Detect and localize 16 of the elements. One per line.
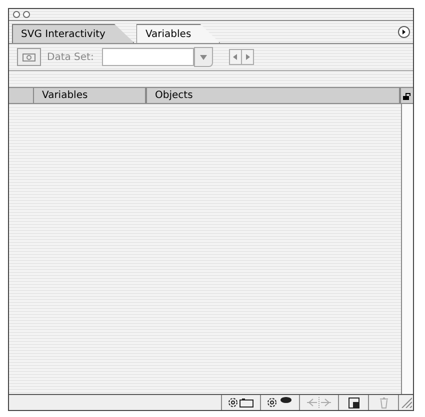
split-arrows-icon — [304, 396, 334, 409]
close-dot-icon[interactable] — [13, 11, 20, 18]
lock-icon[interactable] — [403, 92, 411, 100]
resize-grip-icon[interactable] — [399, 395, 412, 408]
column-header[interactable]: Objects — [147, 88, 401, 103]
caret-icon — [200, 54, 207, 60]
tab[interactable]: Variables — [136, 24, 220, 43]
column-header[interactable]: Variables — [34, 88, 147, 103]
data-set-label: Data Set: — [47, 52, 94, 62]
camera-icon — [22, 52, 36, 62]
gear-card-icon — [226, 396, 256, 409]
trash-icon — [378, 396, 388, 408]
tab[interactable]: SVG Interactivity — [12, 24, 134, 43]
minimize-dot-icon[interactable] — [23, 11, 30, 18]
new-item-icon — [348, 396, 360, 408]
scrollbar-track[interactable] — [402, 104, 413, 394]
